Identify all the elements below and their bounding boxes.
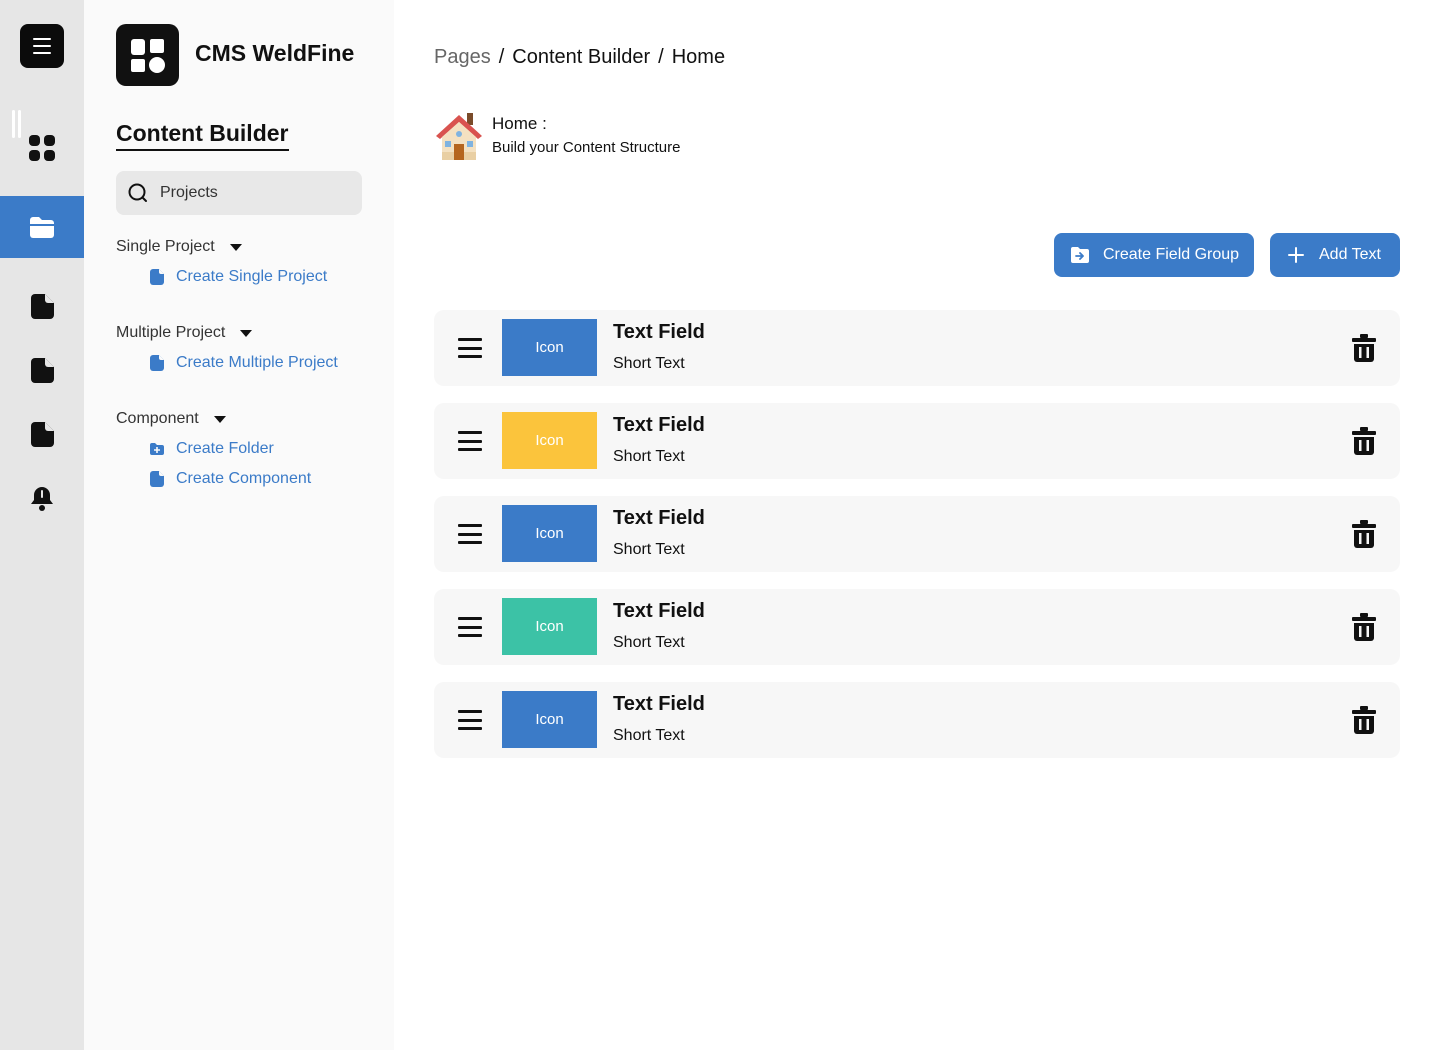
field-icon-tile: Icon — [502, 691, 597, 748]
folder-arrow-icon — [1071, 247, 1089, 263]
field-title: Text Field — [613, 414, 705, 436]
rail-item-files[interactable] — [0, 403, 84, 465]
breadcrumb-item-content-builder[interactable]: Content Builder — [512, 46, 650, 69]
breadcrumb-separator: / — [498, 46, 505, 68]
document-icon — [150, 269, 164, 285]
rail-item-pages[interactable] — [0, 275, 84, 337]
brand-logo — [116, 24, 179, 86]
field-icon-tile: Icon — [502, 412, 597, 469]
field-type: Short Text — [613, 448, 685, 465]
trash-icon[interactable] — [1352, 706, 1376, 734]
create-field-group-button[interactable]: Create Field Group — [1054, 233, 1254, 277]
field-row: Icon Text Field Short Text — [434, 310, 1400, 386]
group-label: Component — [116, 410, 199, 427]
breadcrumb-item-pages[interactable]: Pages — [434, 46, 491, 69]
trash-icon[interactable] — [1352, 334, 1376, 362]
link-label: Create Multiple Project — [176, 354, 338, 371]
hamburger-icon-line — [33, 38, 51, 40]
folder-icon — [30, 217, 54, 238]
field-type: Short Text — [613, 634, 685, 651]
field-type: Short Text — [613, 541, 685, 558]
field-title: Text Field — [613, 600, 705, 622]
trash-icon[interactable] — [1352, 613, 1376, 641]
field-type: Short Text — [613, 355, 685, 372]
drag-handle-icon[interactable] — [458, 615, 482, 639]
main-content: Pages / Content Builder / Home Home : Bu… — [394, 0, 1440, 1050]
menu-button[interactable] — [20, 24, 64, 68]
drag-handle-icon[interactable] — [458, 336, 482, 360]
create-folder-link[interactable]: Create Folder — [150, 439, 311, 459]
page-subtitle: Build your Content Structure — [492, 139, 681, 156]
nav-group-single-project: Single Project Create Single Project — [116, 237, 327, 287]
button-label: Add Text — [1319, 246, 1381, 263]
page-header-text: Home : Build your Content Structure — [492, 110, 680, 156]
logo-icon — [131, 39, 165, 73]
link-label: Create Single Project — [176, 268, 328, 285]
brand-name: CMS WeldFine — [195, 40, 355, 66]
caret-down-icon — [240, 329, 253, 337]
hamburger-icon-line — [33, 52, 51, 54]
nav-group-component: Component Create Folder Create Component — [116, 409, 311, 489]
document-icon — [31, 422, 54, 447]
rail-item-content-builder[interactable] — [0, 196, 84, 258]
link-label: Create Component — [176, 470, 312, 487]
group-toggle-single-project[interactable]: Single Project — [116, 237, 327, 257]
page-header: Home : Build your Content Structure — [434, 110, 680, 162]
field-icon-tile: Icon — [502, 598, 597, 655]
create-single-project-link[interactable]: Create Single Project — [150, 267, 327, 287]
rail-item-notifications[interactable] — [0, 467, 84, 529]
field-row: Icon Text Field Short Text — [434, 403, 1400, 479]
create-multiple-project-link[interactable]: Create Multiple Project — [150, 353, 338, 373]
caret-down-icon — [213, 415, 226, 423]
hamburger-icon-line — [33, 45, 51, 47]
group-label: Single Project — [116, 238, 215, 255]
document-icon — [31, 358, 54, 383]
drag-handle-icon[interactable] — [458, 522, 482, 546]
group-toggle-component[interactable]: Component — [116, 409, 311, 429]
field-title: Text Field — [613, 693, 705, 715]
link-label: Create Folder — [176, 440, 274, 457]
folder-plus-icon — [150, 443, 164, 455]
field-icon-tile: Icon — [502, 319, 597, 376]
house-icon — [436, 113, 482, 160]
page-title: Home : — [492, 114, 547, 133]
icon-rail — [0, 0, 84, 1050]
sidebar: CMS WeldFine Content Builder Single Proj… — [84, 0, 394, 1050]
grid-icon — [29, 135, 55, 161]
trash-icon[interactable] — [1352, 427, 1376, 455]
group-label: Multiple Project — [116, 324, 226, 341]
add-text-button[interactable]: Add Text — [1270, 233, 1400, 277]
breadcrumb-item-home: Home — [671, 46, 726, 68]
nav-group-multiple-project: Multiple Project Create Multiple Project — [116, 323, 338, 373]
field-icon-tile: Icon — [502, 505, 597, 562]
document-icon — [31, 294, 54, 319]
field-type: Short Text — [613, 727, 685, 744]
drag-handle-icon[interactable] — [458, 429, 482, 453]
breadcrumb: Pages / Content Builder / Home — [434, 46, 725, 69]
search-icon — [128, 183, 147, 202]
trash-icon[interactable] — [1352, 520, 1376, 548]
field-row: Icon Text Field Short Text — [434, 682, 1400, 758]
breadcrumb-separator: / — [658, 46, 664, 68]
rail-item-dashboard[interactable] — [0, 117, 84, 179]
plus-icon — [1288, 247, 1304, 263]
caret-down-icon — [229, 243, 242, 251]
field-title: Text Field — [613, 321, 705, 343]
rail-item-documents[interactable] — [0, 339, 84, 401]
button-label: Create Field Group — [1103, 246, 1240, 263]
drag-handle-icon[interactable] — [458, 708, 482, 732]
search-box — [116, 171, 362, 215]
document-icon — [150, 355, 164, 371]
search-input[interactable] — [160, 184, 350, 202]
sidebar-title: Content Builder — [116, 120, 289, 151]
bell-icon — [31, 487, 53, 511]
group-toggle-multiple-project[interactable]: Multiple Project — [116, 323, 338, 343]
field-row: Icon Text Field Short Text — [434, 496, 1400, 572]
create-component-link[interactable]: Create Component — [150, 469, 311, 489]
document-icon — [150, 471, 164, 487]
field-row: Icon Text Field Short Text — [434, 589, 1400, 665]
field-title: Text Field — [613, 507, 705, 529]
